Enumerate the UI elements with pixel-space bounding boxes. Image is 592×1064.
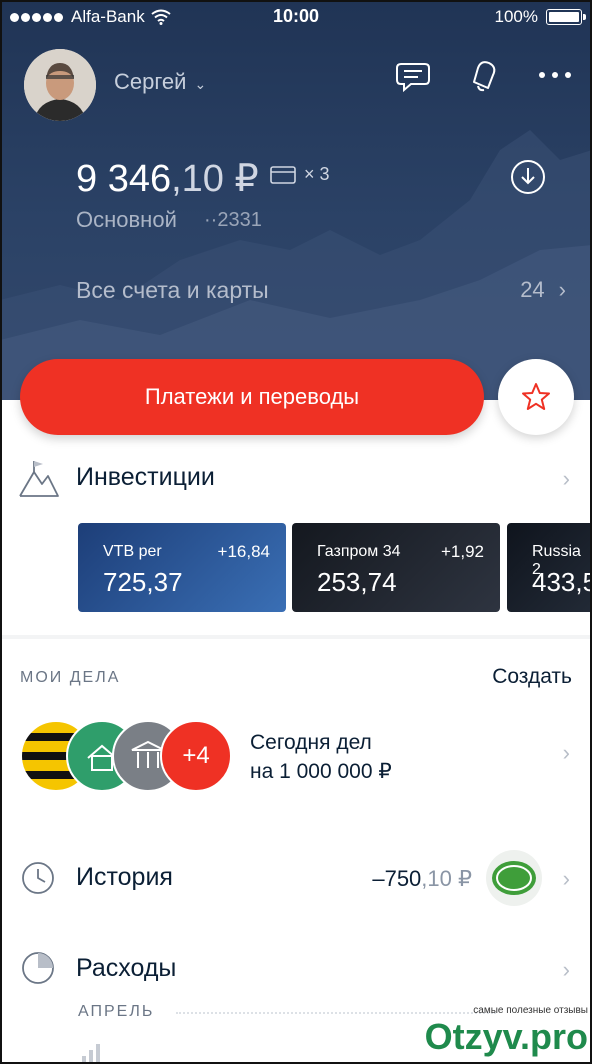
- account-header: Alfa-Bank 10:00 100% Сергей ⌄ 9 346,10 ₽: [0, 0, 592, 400]
- chevron-right-icon[interactable]: ›: [563, 866, 570, 892]
- status-bar: Alfa-Bank 10:00 100%: [0, 0, 592, 34]
- linked-cards-badge[interactable]: × 3: [270, 164, 330, 185]
- history-amount: –750,10 ₽: [372, 866, 472, 891]
- payments-button[interactable]: Платежи и переводы: [20, 359, 484, 435]
- investments-title[interactable]: Инвестиции: [76, 463, 215, 492]
- star-icon: [522, 383, 550, 410]
- more-icon[interactable]: [538, 70, 572, 80]
- clock-icon: [22, 862, 54, 894]
- bar-chart-icon: [82, 1044, 100, 1064]
- chevron-right-icon: ›: [558, 277, 566, 302]
- bell-icon[interactable]: [464, 56, 504, 96]
- more-deals-badge[interactable]: +4: [160, 720, 232, 792]
- download-icon[interactable]: [509, 158, 547, 196]
- history-title[interactable]: История: [76, 863, 173, 892]
- section-divider: [0, 635, 592, 639]
- battery-percent: 100%: [494, 7, 538, 26]
- all-accounts-link[interactable]: Все счета и карты: [76, 277, 269, 304]
- expenses-month: АПРЕЛЬ: [78, 1003, 155, 1020]
- user-name-dropdown[interactable]: Сергей ⌄: [114, 69, 206, 95]
- account-balance: 9 346,10 ₽: [76, 158, 259, 200]
- account-number: ··2331: [204, 209, 262, 231]
- favorites-button[interactable]: [498, 359, 574, 435]
- avatar[interactable]: [24, 49, 96, 121]
- mountain-flag-icon: [19, 461, 59, 497]
- create-button[interactable]: Создать: [492, 665, 572, 689]
- account-name: Основной: [76, 207, 177, 232]
- chevron-right-icon[interactable]: ›: [563, 957, 570, 983]
- investment-card[interactable]: Газпром 34 +1,92 253,74: [292, 523, 500, 612]
- card-icon: [270, 165, 296, 184]
- pie-chart-icon: [22, 952, 54, 984]
- cards-count: × 3: [304, 164, 330, 184]
- expenses-title[interactable]: Расходы: [76, 954, 176, 983]
- chevron-down-icon: ⌄: [194, 76, 207, 92]
- deals-section-label: МОИ ДЕЛА: [20, 669, 121, 686]
- investment-card[interactable]: Russia 2 433,5: [507, 523, 592, 612]
- deals-summary-line1: Сегодня дел: [250, 731, 372, 754]
- all-accounts-count: 24 ›: [520, 277, 566, 302]
- deals-summary[interactable]: Сегодня дел на 1 000 000 ₽: [250, 728, 392, 786]
- watermark: самые полезные отзывы Otzyv.pro: [425, 1005, 588, 1058]
- battery-icon: [546, 9, 586, 25]
- merchant-logo: [486, 850, 542, 906]
- chevron-right-icon[interactable]: ›: [563, 740, 570, 766]
- investment-card[interactable]: VTB per +16,84 725,37: [78, 523, 286, 612]
- chevron-right-icon[interactable]: ›: [563, 466, 570, 492]
- deals-summary-line2: на 1 000 000 ₽: [250, 760, 392, 783]
- user-name: Сергей: [114, 69, 187, 94]
- watermark-tagline: самые полезные отзывы: [473, 1005, 588, 1016]
- chat-icon[interactable]: [395, 56, 435, 96]
- watermark-logo: Otzyv.pro: [424, 1016, 588, 1057]
